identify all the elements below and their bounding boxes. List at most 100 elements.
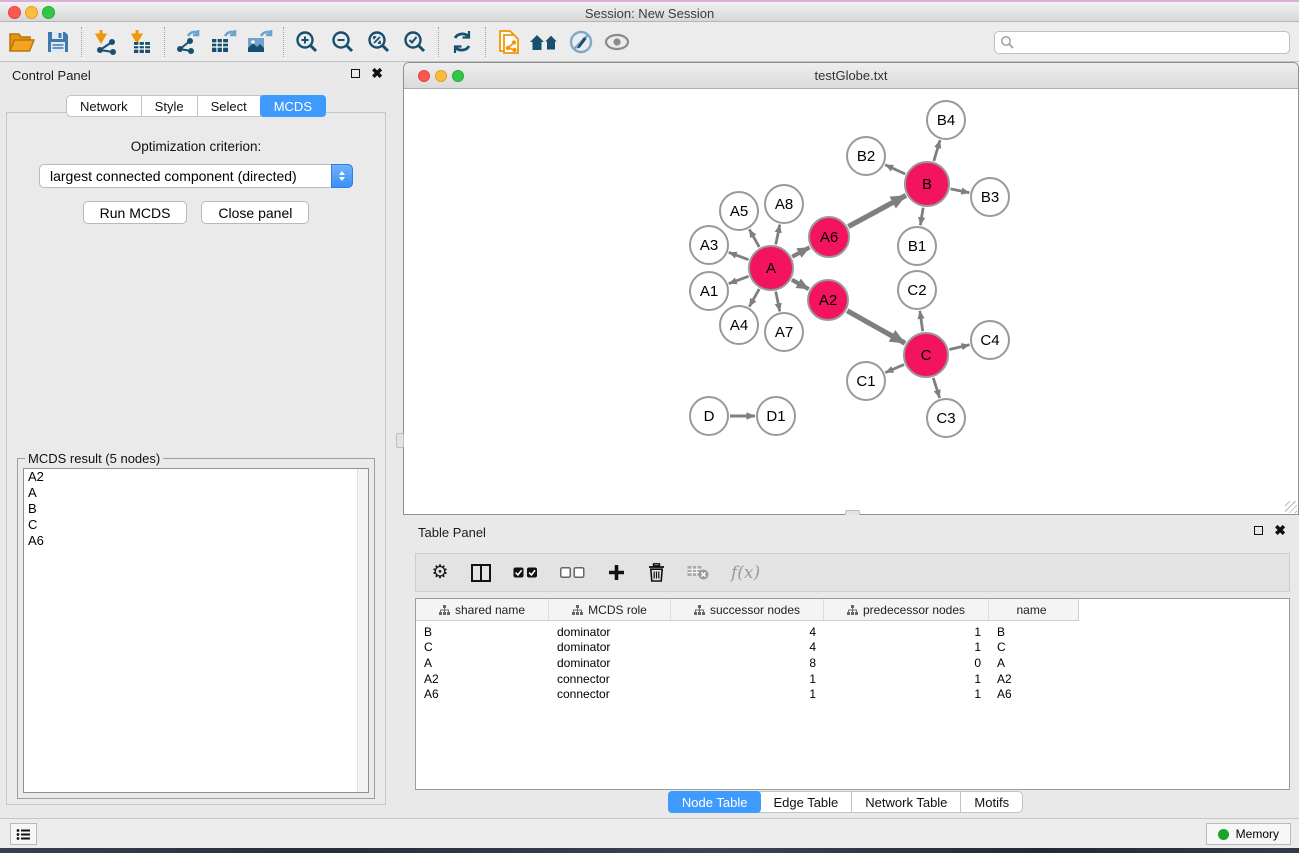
table-panel-tabs: Node TableEdge TableNetwork TableMotifs [668, 791, 1023, 813]
table-options-button[interactable]: ⚙ [431, 563, 449, 582]
export-network-button[interactable] [170, 25, 206, 59]
function-builder-button[interactable]: f(x) [731, 563, 760, 583]
column-header-shared-name[interactable]: shared name [416, 599, 549, 620]
table-cell[interactable]: 4 [671, 625, 824, 639]
table-cell[interactable]: connector [549, 687, 671, 701]
column-header-mcds-role[interactable]: MCDS role [549, 599, 671, 620]
delete-table-button[interactable] [687, 565, 709, 580]
tab-select[interactable]: Select [198, 96, 261, 116]
column-header-successor-nodes[interactable]: successor nodes [671, 599, 824, 620]
table-row[interactable]: A2connector11A2 [416, 671, 1289, 687]
close-panel-icon[interactable]: ✖ [371, 68, 383, 78]
export-image-button[interactable] [242, 25, 278, 59]
table-cell[interactable]: 8 [671, 656, 824, 670]
tab-motifs[interactable]: Motifs [961, 792, 1022, 812]
table-cell[interactable]: 1 [824, 640, 989, 654]
table-cell[interactable]: B [989, 625, 1074, 639]
tab-network[interactable]: Network [67, 96, 142, 116]
table-cell[interactable]: 1 [671, 672, 824, 686]
table-cell[interactable]: A6 [416, 687, 549, 701]
table-cell[interactable]: dominator [549, 625, 671, 639]
table-cell[interactable]: A2 [989, 672, 1074, 686]
refresh-button[interactable] [444, 25, 480, 59]
table-cell[interactable]: C [989, 640, 1074, 654]
show-panels-button[interactable] [10, 823, 37, 845]
import-network-button[interactable] [87, 25, 123, 59]
table-cell[interactable]: B [416, 625, 549, 639]
select-all-columns-button[interactable] [513, 567, 538, 578]
table-row[interactable]: Bdominator41B [416, 624, 1289, 640]
mcds-result-item[interactable]: C [24, 517, 368, 533]
delete-columns-button[interactable] [647, 563, 665, 582]
mcds-result-item[interactable]: A [24, 485, 368, 501]
tab-style[interactable]: Style [142, 96, 198, 116]
table-row[interactable]: Cdominator41C [416, 640, 1289, 656]
zoom-in-button[interactable] [289, 25, 325, 59]
table-cell[interactable]: 1 [671, 687, 824, 701]
show-column-button[interactable] [471, 564, 491, 582]
run-mcds-button[interactable]: Run MCDS [83, 201, 188, 224]
table-cell[interactable]: 1 [824, 625, 989, 639]
search-box[interactable] [994, 31, 1290, 54]
float-panel-icon[interactable] [351, 69, 360, 78]
zoom-out-button[interactable] [325, 25, 361, 59]
close-panel-icon[interactable]: ✖ [1274, 525, 1286, 535]
main-toolbar [0, 22, 1299, 62]
save-session-button[interactable] [40, 25, 76, 59]
mcds-result-item[interactable]: B [24, 501, 368, 517]
table-cell[interactable]: connector [549, 672, 671, 686]
zoom-fit-button[interactable] [361, 25, 397, 59]
window-resize-grip[interactable] [1285, 501, 1297, 513]
list-scrollbar[interactable] [357, 469, 368, 792]
export-table-button[interactable] [206, 25, 242, 59]
memory-button[interactable]: Memory [1206, 823, 1291, 845]
toolbar-separator [164, 27, 165, 57]
graph-node-label: D [704, 408, 715, 425]
show-graphics-details-button[interactable] [599, 25, 635, 59]
tab-node-table[interactable]: Node Table [668, 791, 762, 813]
table-row[interactable]: Adominator80A [416, 655, 1289, 671]
unselect-all-columns-button[interactable] [560, 567, 585, 578]
mcds-result-item[interactable]: A2 [24, 469, 368, 485]
zoom-selected-button[interactable] [397, 25, 433, 59]
table-cell[interactable]: A [989, 656, 1074, 670]
column-header-name[interactable]: name [989, 599, 1074, 620]
mcds-result-title: MCDS result (5 nodes) [25, 451, 163, 466]
dropdown-stepper-icon[interactable] [331, 164, 353, 188]
float-panel-icon[interactable] [1254, 526, 1263, 535]
gear-icon: ⚙ [431, 563, 448, 582]
table-cell[interactable]: 4 [671, 640, 824, 654]
import-table-button[interactable] [123, 25, 159, 59]
table-cell[interactable]: 1 [824, 672, 989, 686]
optimization-criterion-dropdown[interactable]: largest connected component (directed) [39, 164, 353, 188]
tab-network-table[interactable]: Network Table [852, 792, 961, 812]
network-window-title-bar[interactable]: testGlobe.txt [404, 63, 1298, 89]
column-header-predecessor-nodes[interactable]: predecessor nodes [824, 599, 989, 620]
import-table-icon [128, 29, 154, 55]
table-row[interactable]: A6connector11A6 [416, 686, 1289, 702]
hide-graphics-details-button[interactable] [563, 25, 599, 59]
mcds-result-item[interactable]: A6 [24, 533, 368, 549]
vertical-split-handle[interactable] [396, 433, 404, 448]
copy-network-button[interactable] [491, 25, 527, 59]
create-new-column-button[interactable] [607, 564, 625, 581]
tab-mcds[interactable]: MCDS [260, 95, 326, 117]
table-cell[interactable]: dominator [549, 640, 671, 654]
close-panel-button[interactable]: Close panel [201, 201, 309, 224]
network-window-title: testGlobe.txt [404, 68, 1298, 83]
table-cell[interactable]: C [416, 640, 549, 654]
table-cell[interactable]: dominator [549, 656, 671, 670]
toolbar-separator [438, 27, 439, 57]
open-session-button[interactable] [4, 25, 40, 59]
table-cell[interactable]: A6 [989, 687, 1074, 701]
tab-edge-table[interactable]: Edge Table [760, 792, 852, 812]
plus-icon [608, 564, 625, 581]
network-canvas[interactable]: ABCA2A6A1A3A4A5A7A8B1B2B3B4C1C2C3C4DD1 [404, 89, 1298, 514]
table-cell[interactable]: 0 [824, 656, 989, 670]
table-cell[interactable]: 1 [824, 687, 989, 701]
graph-node-label: B4 [937, 112, 955, 129]
home-button[interactable] [527, 25, 563, 59]
table-cell[interactable]: A2 [416, 672, 549, 686]
table-cell[interactable]: A [416, 656, 549, 670]
search-input[interactable] [1015, 35, 1289, 50]
